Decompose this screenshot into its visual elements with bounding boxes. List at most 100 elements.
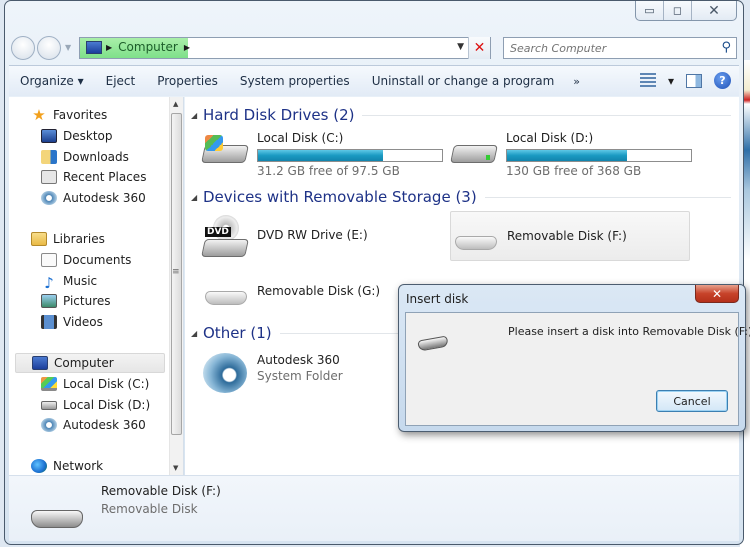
change-view-icon[interactable] — [639, 72, 656, 89]
drive-usage-fill — [258, 150, 384, 161]
collapse-icon[interactable]: ◢ — [191, 329, 203, 338]
system-properties-button[interactable]: System properties — [229, 74, 361, 88]
grip-icon: ≡ — [172, 267, 180, 277]
maximize-button[interactable]: ◻ — [664, 1, 692, 20]
hard-drive-windows-icon — [201, 131, 249, 171]
eject-button[interactable]: Eject — [95, 74, 147, 88]
view-options-dropdown[interactable]: ▾ — [668, 74, 674, 88]
scroll-down-icon[interactable]: ▼ — [173, 464, 178, 472]
navigation-bar: ▼ ▶ Computer ▶ ▼ ✕ ⚲ — [5, 33, 743, 63]
sidebar-item-local-disk-d[interactable]: Local Disk (D:) — [41, 395, 150, 415]
sidebar-item-recent-places[interactable]: Recent Places — [41, 167, 146, 187]
close-button[interactable]: ✕ — [692, 1, 736, 20]
group-header-hard-disk-drives[interactable]: ◢ Hard Disk Drives (2) — [191, 104, 731, 126]
address-bar[interactable]: ▶ Computer ▶ ▼ ✕ — [79, 37, 491, 59]
drive-name: DVD RW Drive (E:) — [257, 228, 368, 242]
dialog-close-button[interactable]: ✕ — [695, 285, 739, 303]
divider — [484, 196, 731, 198]
dialog-body: Please insert a disk into Removable Disk… — [405, 312, 750, 426]
pictures-icon — [41, 294, 57, 308]
help-icon[interactable]: ? — [714, 72, 731, 89]
forward-button[interactable] — [37, 36, 61, 60]
cancel-button[interactable]: Cancel — [656, 390, 728, 412]
drive-usage-bar — [506, 149, 692, 162]
local-disk-c-icon — [41, 377, 57, 391]
stop-icon[interactable]: ✕ — [468, 37, 490, 59]
explorer-window: ▭ ◻ ✕ ▼ ▶ Computer ▶ ▼ ✕ ⚲ Organize ▾ Ej… — [4, 0, 744, 545]
divider — [362, 114, 731, 116]
collapse-icon[interactable]: ◢ — [191, 193, 203, 202]
scroll-up-icon[interactable]: ▲ — [173, 100, 178, 108]
sidebar-item-autodesk-360[interactable]: Autodesk 360 — [41, 188, 146, 208]
sidebar-favorites[interactable]: ★ Favorites — [31, 105, 107, 125]
sidebar-item-local-disk-c[interactable]: Local Disk (C:) — [41, 374, 149, 394]
sidebar-item-pictures[interactable]: Pictures — [41, 291, 111, 311]
autodesk-360-icon — [41, 191, 57, 205]
breadcrumb-arrow-icon[interactable]: ▶ — [106, 43, 112, 52]
local-disk-d-icon — [41, 400, 57, 410]
search-box: ⚲ — [503, 37, 737, 59]
drive-name: Local Disk (D:) — [506, 131, 594, 145]
properties-button[interactable]: Properties — [146, 74, 229, 88]
sidebar-item-documents[interactable]: Documents — [41, 250, 131, 270]
desktop-icon — [41, 129, 57, 143]
dialog-title: Insert disk — [406, 292, 469, 306]
item-name: Autodesk 360 — [257, 353, 340, 367]
uninstall-program-button[interactable]: Uninstall or change a program — [361, 74, 566, 88]
sidebar-item-videos[interactable]: Videos — [41, 312, 103, 332]
organize-button[interactable]: Organize ▾ — [9, 74, 95, 88]
drive-name: Removable Disk (F:) — [507, 229, 627, 243]
music-icon: ♪ — [44, 274, 54, 292]
caption-buttons: ▭ ◻ ✕ — [635, 1, 737, 21]
removable-disk-icon — [417, 335, 449, 352]
sidebar-libraries[interactable]: Libraries — [31, 229, 105, 249]
insert-disk-dialog: Insert disk ✕ Please insert a disk into … — [398, 284, 750, 432]
recent-places-icon — [41, 170, 57, 184]
removable-disk-icon — [451, 216, 499, 256]
drive-usage-fill — [507, 150, 627, 161]
libraries-icon — [31, 232, 47, 246]
command-bar: Organize ▾ Eject Properties System prope… — [9, 65, 739, 96]
star-icon: ★ — [32, 106, 46, 124]
autodesk-360-icon — [201, 353, 249, 393]
documents-icon — [41, 253, 57, 267]
drive-name: Removable Disk (G:) — [257, 284, 381, 298]
drive-name: Local Disk (C:) — [257, 131, 344, 145]
dvd-drive-icon: DVD — [201, 215, 249, 257]
drive-free-space: 130 GB free of 368 GB — [506, 164, 642, 178]
drive-tile-e[interactable]: DVD DVD RW Drive (E:) — [201, 211, 441, 261]
drive-tile-f[interactable]: Removable Disk (F:) — [450, 211, 690, 261]
computer-icon — [86, 41, 102, 54]
sidebar-item-autodesk-360-computer[interactable]: Autodesk 360 — [41, 415, 146, 435]
sidebar-item-music[interactable]: ♪ Music — [41, 271, 97, 292]
search-icon[interactable]: ⚲ — [721, 40, 731, 55]
address-dropdown-icon[interactable]: ▼ — [457, 42, 464, 52]
autodesk-360-icon — [41, 418, 57, 432]
preview-pane-icon[interactable] — [686, 73, 702, 88]
back-button[interactable] — [11, 36, 35, 60]
breadcrumb-computer[interactable]: Computer — [118, 40, 178, 54]
sidebar-computer[interactable]: Computer — [15, 353, 165, 373]
collapse-icon[interactable]: ◢ — [191, 111, 203, 120]
sidebar-item-downloads[interactable]: Downloads — [41, 147, 129, 167]
details-pane: Removable Disk (F:) Removable Disk — [9, 475, 739, 541]
navigation-scrollbar[interactable]: ▲ ≡ ▼ — [169, 97, 183, 475]
dialog-message: Please insert a disk into Removable Disk… — [508, 325, 750, 338]
search-input[interactable] — [504, 38, 704, 58]
network-icon — [31, 459, 47, 473]
sidebar-network[interactable]: Network — [31, 456, 103, 476]
breadcrumb-arrow-icon[interactable]: ▶ — [184, 43, 190, 52]
more-commands-button[interactable]: » — [565, 75, 588, 88]
sidebar-item-desktop[interactable]: Desktop — [41, 126, 113, 146]
recent-pages-dropdown[interactable]: ▼ — [65, 43, 71, 52]
computer-icon — [32, 356, 48, 370]
details-item-type: Removable Disk — [101, 502, 198, 516]
downloads-icon — [41, 150, 57, 164]
drive-tile-d[interactable]: Local Disk (D:) 130 GB free of 368 GB — [450, 127, 692, 178]
drive-tile-c[interactable]: Local Disk (C:) 31.2 GB free of 97.5 GB — [201, 127, 443, 178]
breadcrumb: ▶ Computer ▶ — [106, 40, 190, 54]
minimize-button[interactable]: ▭ — [636, 1, 664, 20]
navigation-pane: ★ Favorites Desktop Downloads Recent Plac… — [9, 97, 184, 475]
group-header-removable-storage[interactable]: ◢ Devices with Removable Storage (3) — [191, 186, 731, 208]
hard-drive-icon — [450, 131, 498, 171]
